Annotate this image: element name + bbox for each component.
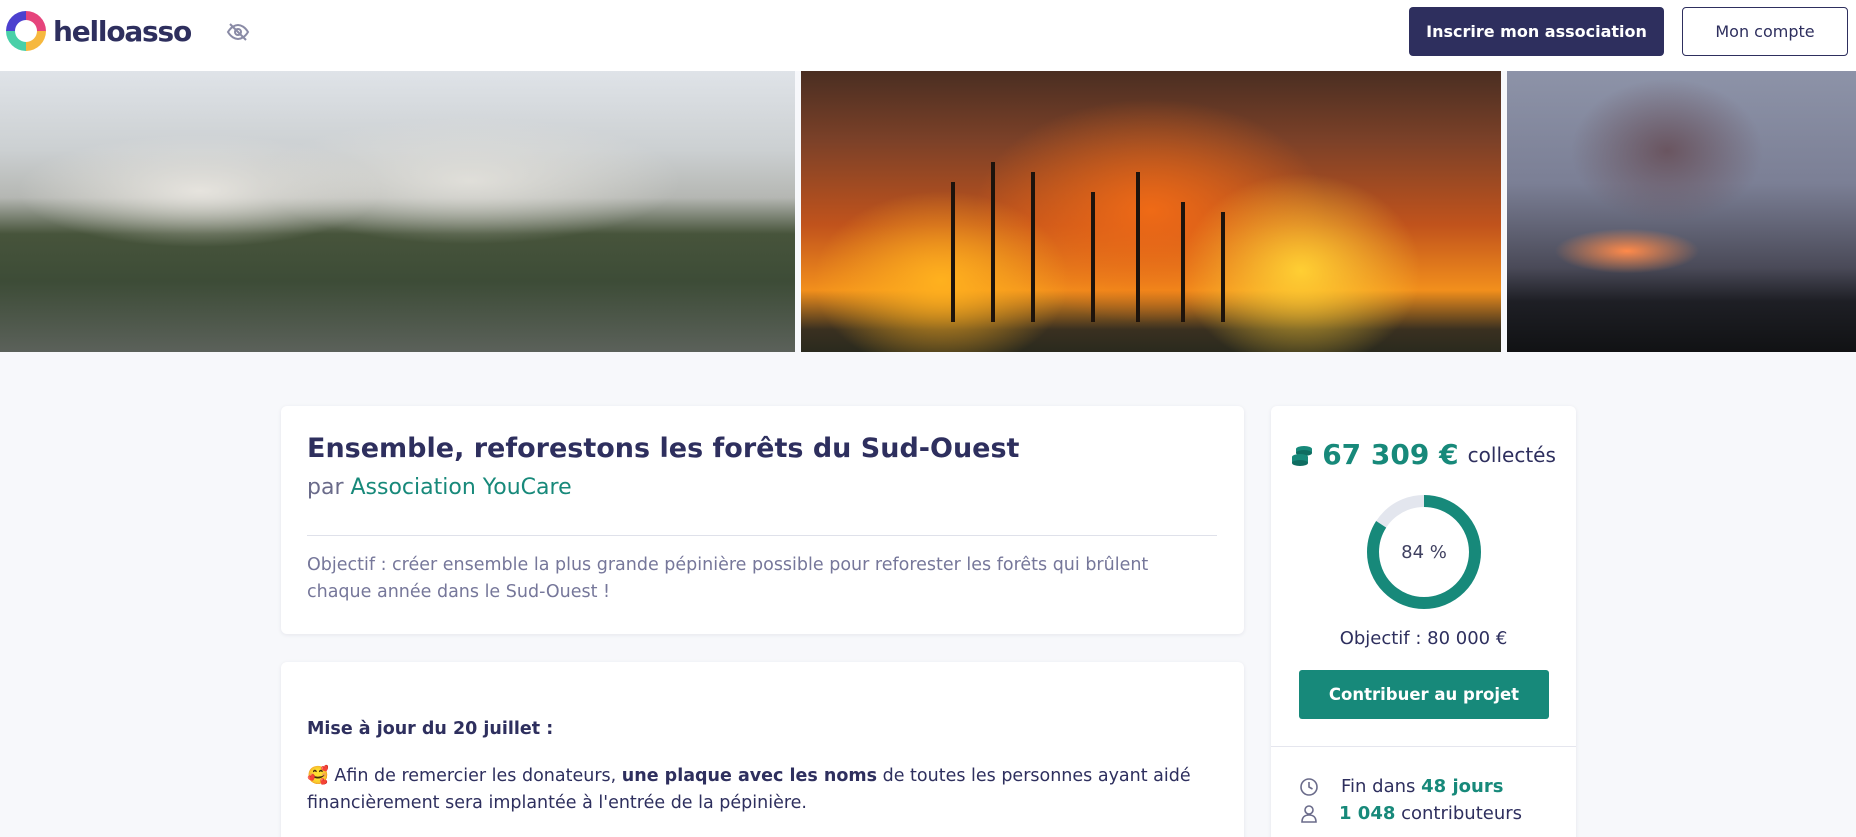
helloasso-logo[interactable]: helloasso xyxy=(6,10,192,52)
campaign-objective: Objectif : créer ensemble la plus grande… xyxy=(307,555,1149,602)
update-text-start: Afin de remercier les donateurs, xyxy=(334,766,617,786)
collected-value: 67 309 € xyxy=(1322,438,1459,471)
eye-slash-icon[interactable] xyxy=(226,20,250,44)
helloasso-logo-icon xyxy=(6,11,46,51)
funding-card: 67 309 € collectés 84 % Objectif : 80 00… xyxy=(1271,406,1576,837)
site-header: helloasso Inscrire mon association Mon c… xyxy=(0,0,1856,71)
byline-prefix: par xyxy=(307,475,344,500)
contribute-button[interactable]: Contribuer au projet xyxy=(1299,670,1549,719)
end-value: 48 jours xyxy=(1421,776,1504,797)
coins-icon xyxy=(1292,445,1313,466)
end-date-row: Fin dans 48 jours xyxy=(1299,776,1503,797)
user-icon xyxy=(1301,804,1317,823)
progress-ring: 84 % xyxy=(1366,494,1482,610)
campaign-header-card: Ensemble, reforestons les forêts du Sud-… xyxy=(281,406,1244,634)
update-text-bold: une plaque avec les noms xyxy=(621,766,878,786)
campaign-description-card: Mise à jour du 20 juillet : 🥰 Afin de re… xyxy=(281,662,1244,837)
campaign-title: Ensemble, reforestons les forêts du Sud-… xyxy=(307,433,1020,464)
organization-link[interactable]: Association YouCare xyxy=(351,475,572,500)
campaign-byline: par Association YouCare xyxy=(307,475,572,500)
clock-icon xyxy=(1300,777,1318,796)
contributors-label: contributeurs xyxy=(1401,803,1523,824)
divider xyxy=(307,535,1217,536)
update-body: 🥰 Afin de remercier les donateurs, une p… xyxy=(307,763,1207,817)
contributors-row: 1 048 contributeurs xyxy=(1299,803,1522,824)
funding-goal: Objectif : 80 000 € xyxy=(1339,628,1508,649)
contributors-value: 1 048 xyxy=(1339,803,1396,824)
register-association-button[interactable]: Inscrire mon association xyxy=(1409,7,1664,56)
collected-label: collectés xyxy=(1467,442,1556,467)
divider xyxy=(1271,746,1576,747)
campaign-banner xyxy=(0,71,1856,352)
progress-percent: 84 % xyxy=(1401,541,1447,563)
banner-image-fire-night xyxy=(1507,71,1856,352)
banner-image-smoke-aerial xyxy=(0,71,795,352)
end-prefix: Fin dans xyxy=(1341,776,1416,797)
collected-amount: 67 309 € collectés xyxy=(1271,438,1576,471)
smiling-hearts-emoji: 🥰 xyxy=(307,766,329,786)
logo-text: helloasso xyxy=(53,14,192,48)
my-account-button[interactable]: Mon compte xyxy=(1682,7,1848,56)
banner-image-forest-fire xyxy=(801,71,1501,352)
update-heading: Mise à jour du 20 juillet : xyxy=(307,719,554,739)
